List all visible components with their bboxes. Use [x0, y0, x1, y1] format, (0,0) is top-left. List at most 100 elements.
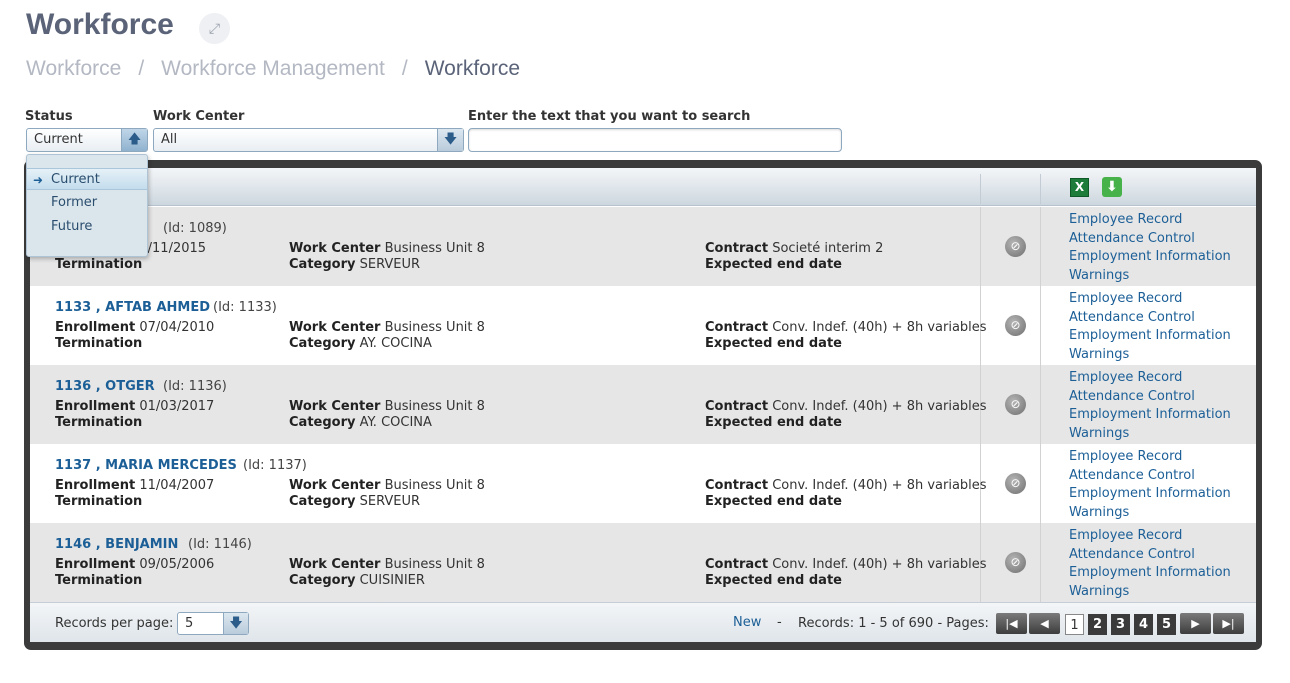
status-option-label: Future [51, 219, 93, 234]
workcenter-label: Work Center [153, 109, 245, 124]
breadcrumb-item-workforce-management[interactable]: Workforce Management [161, 57, 385, 80]
work-center-field: Work Center Business Unit 8 [289, 478, 485, 493]
category-field: Category CUISINIER [289, 573, 425, 588]
page-3[interactable]: 3 [1111, 614, 1130, 635]
records-per-page-select[interactable]: 5 🡇 [177, 612, 249, 635]
last-page-icon[interactable]: ▶| [1213, 613, 1244, 634]
employee-name-link[interactable]: 1133 , AFTAB AHMED [55, 300, 210, 315]
attendance-control-link[interactable]: Attendance Control [1069, 309, 1231, 328]
employee-name-link[interactable]: 1137 , MARIA MERCEDES [55, 458, 237, 473]
enrollment-field: Enrollment 11/04/2007 [55, 478, 215, 493]
enrollment-field: Enrollment 07/04/2010 [55, 320, 215, 335]
table-row: 1133 , AFTAB AHMED (Id: 1133) Enrollment 0… [30, 286, 1256, 365]
grid-footer: Records per page: 5 🡇 New - Records: 1 -… [30, 602, 1256, 642]
status-select[interactable]: Current 🡅 [26, 128, 148, 152]
warnings-link[interactable]: Warnings [1069, 583, 1231, 602]
attendance-control-link[interactable]: Attendance Control [1069, 388, 1231, 407]
status-dropdown-list: ➜ Current Former Future [26, 154, 148, 257]
status-option-former[interactable]: Former [27, 192, 147, 214]
employee-id: (Id: 1137) [243, 458, 307, 473]
termination-field: Termination [55, 257, 143, 272]
employee-id: (Id: 1133) [213, 300, 277, 315]
category-field: Category AY. COCINA [289, 415, 432, 430]
grid-header: st X ⬇ [30, 168, 1256, 206]
breadcrumb-separator: / [401, 57, 408, 80]
paperclip-icon[interactable]: ⊘ [1005, 552, 1026, 573]
employee-record-link[interactable]: Employee Record [1069, 290, 1231, 309]
table-row: A(Id: 1089)Enrollment 4/11/2015Terminati… [30, 207, 1256, 286]
employee-record-link[interactable]: Employee Record [1069, 369, 1231, 388]
page-1[interactable]: 1 [1065, 614, 1084, 635]
paperclip-icon[interactable]: ⊘ [1005, 236, 1026, 257]
table-row: 1146 , BENJAMIN (Id: 1146) Enrollment 09/0… [30, 523, 1256, 602]
page-5[interactable]: 5 [1157, 614, 1176, 635]
paperclip-icon[interactable]: ⊘ [1005, 473, 1026, 494]
employment-information-link[interactable]: Employment Information [1069, 564, 1231, 583]
category-field: Category SERVEUR [289, 257, 421, 272]
breadcrumb-item-workforce[interactable]: Workforce [26, 57, 121, 80]
employee-name-link[interactable]: 1146 , BENJAMIN [55, 537, 178, 552]
employee-id: (Id: 1089) [163, 221, 227, 236]
work-center-field: Work Center Business Unit 8 [289, 557, 485, 572]
warnings-link[interactable]: Warnings [1069, 504, 1231, 523]
row-links: Employee Record Attendance Control Employm… [1069, 369, 1231, 443]
row-links: Employee Record Attendance Control Employm… [1069, 290, 1231, 364]
attendance-control-link[interactable]: Attendance Control [1069, 467, 1231, 486]
next-page-icon[interactable]: ▶ [1180, 613, 1211, 634]
chevron-up-icon[interactable]: 🡅 [121, 129, 147, 151]
page-2[interactable]: 2 [1088, 614, 1107, 635]
chevron-down-icon[interactable]: 🡇 [437, 129, 463, 151]
warnings-link[interactable]: Warnings [1069, 346, 1231, 365]
search-label: Enter the text that you want to search [468, 109, 751, 124]
employee-name-link[interactable]: 1136 , OTGER [55, 379, 155, 394]
expand-arrows-icon[interactable]: ⤢ [199, 13, 230, 44]
employee-record-link[interactable]: Employee Record [1069, 448, 1231, 467]
arrow-right-icon: ➜ [33, 173, 44, 187]
expected-end-field: Expected end date [705, 415, 842, 430]
status-option-label: Current [51, 172, 100, 187]
category-field: Category SERVEUR [289, 494, 421, 509]
first-page-icon[interactable]: |◀ [996, 613, 1027, 634]
previous-page-icon[interactable]: ◀ [1029, 613, 1060, 634]
employment-information-link[interactable]: Employment Information [1069, 248, 1231, 267]
breadcrumb: Workforce / Workforce Management / Workforce [26, 57, 520, 81]
records-summary: Records: 1 - 5 of 690 - Pages: [798, 616, 989, 631]
status-option-current[interactable]: ➜ Current [27, 168, 147, 190]
employment-information-link[interactable]: Employment Information [1069, 327, 1231, 346]
download-icon[interactable]: ⬇ [1102, 177, 1122, 197]
paperclip-icon[interactable]: ⊘ [1005, 394, 1026, 415]
attendance-control-link[interactable]: Attendance Control [1069, 230, 1231, 249]
employment-information-link[interactable]: Employment Information [1069, 406, 1231, 425]
employee-record-link[interactable]: Employee Record [1069, 527, 1231, 546]
search-input[interactable] [468, 128, 842, 152]
excel-export-icon[interactable]: X [1070, 178, 1089, 197]
new-link[interactable]: New [733, 615, 761, 630]
workcenter-select[interactable]: All 🡇 [153, 128, 464, 152]
warnings-link[interactable]: Warnings [1069, 267, 1231, 286]
termination-field: Termination [55, 336, 143, 351]
expected-end-field: Expected end date [705, 573, 842, 588]
termination-field: Termination [55, 573, 143, 588]
employee-record-link[interactable]: Employee Record [1069, 211, 1231, 230]
enrollment-field: Enrollment 01/03/2017 [55, 399, 215, 414]
work-center-field: Work Center Business Unit 8 [289, 241, 485, 256]
page-4[interactable]: 4 [1134, 614, 1153, 635]
employee-id: (Id: 1146) [188, 537, 252, 552]
status-select-value: Current [34, 132, 83, 147]
workforce-grid: st X ⬇ A(Id: 1089)Enrollment 4/11/2015Te… [30, 168, 1256, 642]
expected-end-field: Expected end date [705, 336, 842, 351]
warnings-link[interactable]: Warnings [1069, 425, 1231, 444]
records-per-page-label: Records per page: [55, 616, 174, 631]
paperclip-icon[interactable]: ⊘ [1005, 315, 1026, 336]
chevron-down-icon[interactable]: 🡇 [223, 613, 248, 634]
separator-dash: - [777, 615, 782, 630]
work-center-field: Work Center Business Unit 8 [289, 399, 485, 414]
status-option-future[interactable]: Future [27, 216, 147, 238]
status-option-label: Former [51, 195, 98, 210]
work-center-field: Work Center Business Unit 8 [289, 320, 485, 335]
page-title: Workforce [26, 8, 174, 41]
attendance-control-link[interactable]: Attendance Control [1069, 546, 1231, 565]
employment-information-link[interactable]: Employment Information [1069, 485, 1231, 504]
contract-field: Contract Conv. Indef. (40h) + 8h variabl… [705, 478, 987, 493]
termination-field: Termination [55, 415, 143, 430]
